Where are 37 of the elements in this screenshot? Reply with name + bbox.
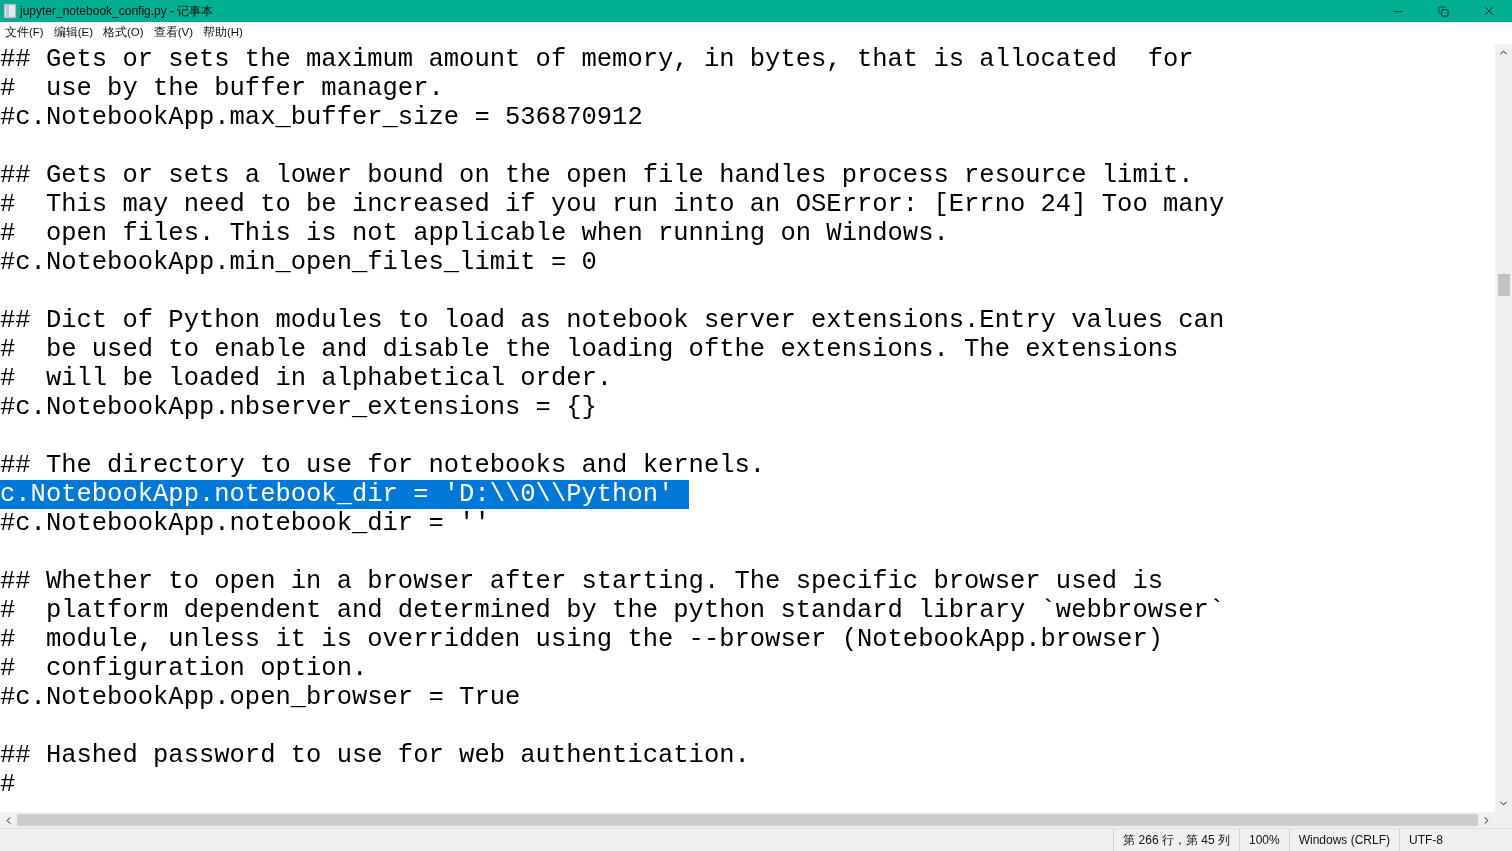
status-text: UTF-8 (1399, 829, 1452, 851)
code-line: # platform dependent and determined by the python standard library `webbrowser` (0, 596, 1225, 625)
code-line: # will be loaded in alphabetical order. (0, 364, 613, 393)
code-line: # (0, 770, 16, 799)
menu-item[interactable]: 格式(O) (103, 24, 144, 42)
code-line: #c.NotebookApp.nbserver_extensions = {} (0, 393, 597, 422)
vertical-scrollbar[interactable] (1495, 44, 1512, 812)
horizontal-scrollbar[interactable] (0, 812, 1495, 828)
status-text: 第 266 行，第 45 列 (1113, 829, 1239, 851)
code-line: ## Hashed password to use for web authentication. (0, 741, 750, 770)
status-text: Windows (CRLF) (1288, 829, 1399, 851)
code-line: #c.NotebookApp.open_browser = True (0, 683, 521, 712)
scrollbar-thumb[interactable] (1497, 274, 1510, 296)
menu-item[interactable]: 帮助(H) (203, 24, 243, 42)
code-line: ## Dict of Python modules to load as notebook server extensions.Entry values can (0, 306, 1225, 335)
status-text: 100% (1238, 829, 1289, 851)
code-line: ## Gets or sets the maximum amount of memory, in bytes, that is allocated for (0, 45, 1194, 74)
close-icon[interactable] (1482, 4, 1496, 18)
notepad-icon (3, 3, 17, 19)
code-line: # module, unless it is overridden using the --browser (NotebookApp.browser) (0, 625, 1163, 654)
code-line: # use by the buffer manager. (0, 74, 444, 103)
code-line: # be used to enable and disable the loading ofthe extensions. The extensions (0, 335, 1179, 364)
menu-item[interactable]: 查看(V) (153, 24, 193, 42)
restore-icon[interactable] (1437, 5, 1449, 17)
menu-item[interactable]: 编辑(E) (53, 24, 94, 42)
code-line: ## Whether to open in a browser after starting. The specific browser used is (0, 567, 1163, 596)
code-line: # This may need to be increased if you run into an OSError: [Errno 24] Too many (0, 190, 1225, 219)
code-line: # configuration option. (0, 654, 368, 683)
code-line: ## The directory to use for notebooks and kernels. (0, 451, 766, 480)
code-line: ## Gets or sets a lower bound on the open file handles process resource limit. (0, 161, 1194, 190)
menu-item[interactable]: 文件(F) (5, 24, 44, 42)
code-line: #c.NotebookApp.min_open_files_limit = 0 (0, 248, 597, 277)
code-line: #c.NotebookApp.max_buffer_size = 536870912 (0, 103, 643, 132)
scrollbar-thumb[interactable] (17, 814, 1478, 826)
code-line: # open files. This is not applicable when running on Windows. (0, 219, 949, 248)
code-line: #c.NotebookApp.notebook_dir = '' (0, 509, 490, 538)
window-title: jupyter_notebook_config.py - 记事本 (20, 3, 214, 20)
